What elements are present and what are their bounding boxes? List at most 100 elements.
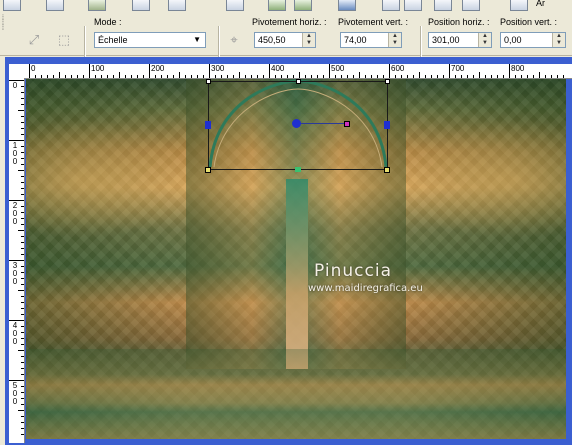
ruler-minor-tick xyxy=(353,75,354,78)
ruler-minor-tick xyxy=(485,75,486,78)
zoom-out-icon[interactable] xyxy=(462,0,480,11)
ruler-label: 500 xyxy=(331,64,345,73)
pivot-h-input[interactable]: 450,50 ▲ ▼ xyxy=(254,32,316,48)
handle-mid-left[interactable] xyxy=(205,121,211,129)
ruler-minor-tick xyxy=(377,75,378,78)
paste-icon[interactable] xyxy=(168,0,186,11)
ruler-minor-tick xyxy=(41,75,42,78)
pos-v-spinner[interactable]: ▲ ▼ xyxy=(552,33,565,47)
ruler-minor-tick xyxy=(293,75,294,78)
redo-icon[interactable] xyxy=(294,0,312,11)
ruler-label: 600 xyxy=(391,64,405,73)
ruler-major-tick xyxy=(149,64,150,78)
ruler-minor-tick xyxy=(18,110,24,111)
ruler-label: 200 xyxy=(151,64,165,73)
pos-h-spinner[interactable]: ▲ ▼ xyxy=(478,33,491,47)
ruler-minor-tick xyxy=(21,314,24,315)
ruler-major-tick xyxy=(389,64,390,78)
copy-icon[interactable] xyxy=(226,0,244,11)
pos-v-input[interactable]: 0,00 ▲ ▼ xyxy=(500,32,566,48)
help-icon[interactable] xyxy=(338,0,356,11)
mode-dropdown[interactable]: Échelle ▼ xyxy=(94,32,206,48)
handle-top-right[interactable] xyxy=(385,79,390,84)
ruler-minor-tick xyxy=(407,75,408,78)
tile-icon[interactable] xyxy=(404,0,422,11)
ruler-minor-tick xyxy=(179,72,180,78)
ruler-minor-tick xyxy=(107,75,108,78)
ruler-minor-tick xyxy=(503,75,504,78)
main-toolbar: Ar xyxy=(0,0,572,12)
ruler-minor-tick xyxy=(95,75,96,78)
pivot-point[interactable] xyxy=(292,119,301,128)
handle-bottom-right[interactable] xyxy=(384,167,390,173)
reset-icon: ⤢ xyxy=(28,32,40,47)
pivot-h-label: Pivotement horiz. : xyxy=(252,17,327,27)
ruler-minor-tick xyxy=(21,248,24,249)
pos-h-label: Position horiz. : xyxy=(428,17,490,27)
ruler-major-tick xyxy=(269,64,270,78)
ruler-minor-tick xyxy=(431,75,432,78)
ruler-minor-tick xyxy=(233,75,234,78)
ruler-minor-tick xyxy=(77,75,78,78)
ruler-minor-tick xyxy=(221,75,222,78)
ruler-minor-tick xyxy=(35,75,36,78)
ruler-minor-tick xyxy=(557,75,558,78)
ruler-minor-tick xyxy=(18,290,24,291)
ruler-minor-tick xyxy=(71,75,72,78)
handle-bottom-left[interactable] xyxy=(205,167,211,173)
ruler-minor-tick xyxy=(21,434,24,435)
handle-top-left[interactable] xyxy=(206,79,211,84)
handle-mid-right[interactable] xyxy=(384,121,390,129)
pivot-h-spinner[interactable]: ▲ ▼ xyxy=(302,33,315,47)
handle-bottom-center[interactable] xyxy=(295,167,301,172)
ruler-minor-tick xyxy=(21,92,24,93)
save-as-icon[interactable] xyxy=(46,0,64,11)
ruler-label: 0 xyxy=(31,64,36,73)
pos-v-value: 0,00 xyxy=(504,35,522,45)
pivot-icon: ⌖ xyxy=(230,32,238,47)
ruler-minor-tick xyxy=(21,128,24,129)
ruler-minor-tick xyxy=(539,72,540,78)
pivot-v-input[interactable]: 74,00 ▲ ▼ xyxy=(340,32,402,48)
ruler-minor-tick xyxy=(83,75,84,78)
vertical-ruler: 0 100 200 300 400 500 xyxy=(9,78,25,443)
pivot-v-spinner[interactable]: ▲ ▼ xyxy=(388,33,401,47)
zoom-in-icon[interactable] xyxy=(434,0,452,11)
ruler-major-tick xyxy=(89,64,90,78)
ruler-minor-tick xyxy=(21,266,24,267)
ruler-minor-tick xyxy=(401,75,402,78)
palette-icon[interactable] xyxy=(510,0,528,11)
undo-icon[interactable] xyxy=(268,0,286,11)
ruler-minor-tick xyxy=(161,75,162,78)
ruler-major-tick xyxy=(9,380,24,381)
ruler-minor-tick xyxy=(18,170,24,171)
save-icon[interactable] xyxy=(3,0,21,11)
crop-icon[interactable] xyxy=(132,0,150,11)
ruler-minor-tick xyxy=(305,75,306,78)
ruler-minor-tick xyxy=(21,218,24,219)
handle-top-center[interactable] xyxy=(296,79,301,84)
ruler-minor-tick xyxy=(383,75,384,78)
ruler-minor-tick xyxy=(21,368,24,369)
pivot-v-value: 74,00 xyxy=(344,35,367,45)
ruler-major-tick xyxy=(449,64,450,78)
pos-h-value: 301,00 xyxy=(432,35,460,45)
ruler-minor-tick xyxy=(21,206,24,207)
ruler-minor-tick xyxy=(533,75,534,78)
window-icon[interactable] xyxy=(382,0,400,11)
shape-icon[interactable] xyxy=(88,0,106,11)
ruler-minor-tick xyxy=(21,242,24,243)
ruler-minor-tick xyxy=(215,75,216,78)
grip-handle[interactable]: ⁞ ⁞ ⁞ xyxy=(2,15,12,50)
ruler-minor-tick xyxy=(18,230,24,231)
ruler-minor-tick xyxy=(371,75,372,78)
ruler-corner xyxy=(9,64,25,78)
ruler-minor-tick xyxy=(287,75,288,78)
pos-h-input[interactable]: 301,00 ▲ ▼ xyxy=(428,32,492,48)
ruler-minor-tick xyxy=(21,224,24,225)
rotation-handle[interactable] xyxy=(344,121,350,127)
ruler-minor-tick xyxy=(437,75,438,78)
ruler-minor-tick xyxy=(155,75,156,78)
mode-label: Mode : xyxy=(94,17,122,27)
ruler-minor-tick xyxy=(281,75,282,78)
